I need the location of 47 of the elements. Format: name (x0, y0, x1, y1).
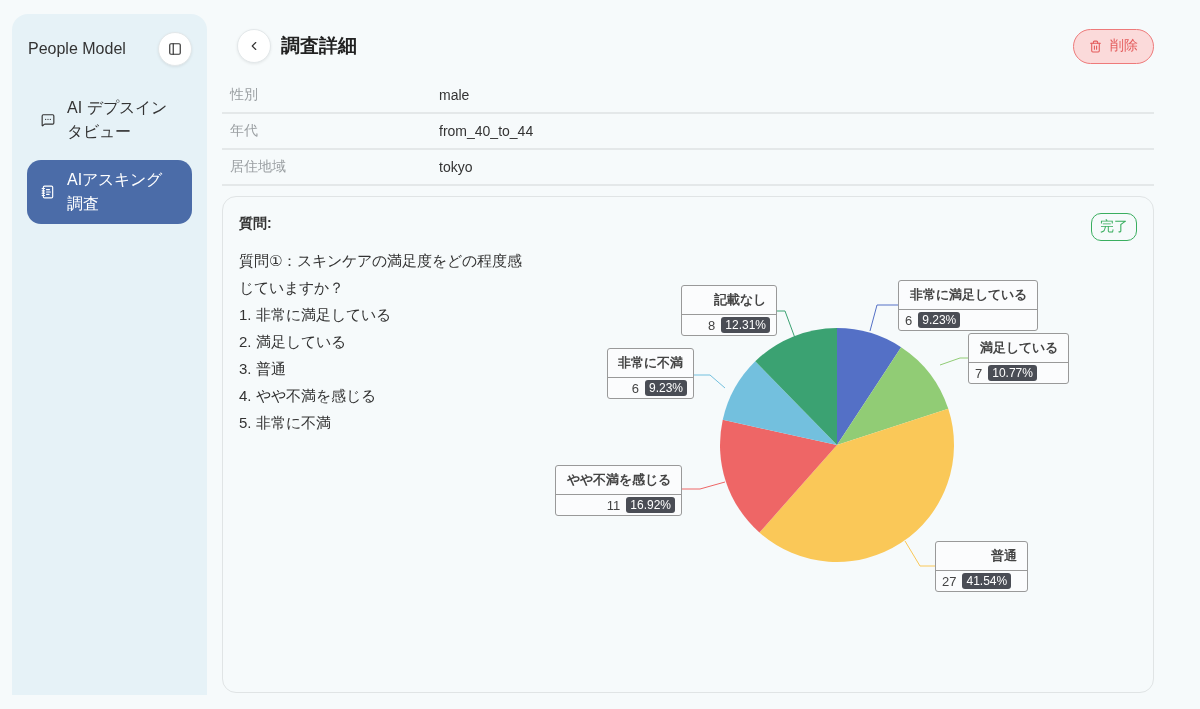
leader-line (939, 357, 969, 366)
count-label: 11 (606, 497, 621, 513)
sidebar-item[interactable]: AI デプスインタビュー (27, 88, 192, 152)
attribute-value: tokyo (439, 159, 473, 175)
page-title: 調査詳細 (281, 34, 358, 58)
attribute-label: 性別 (230, 86, 259, 104)
leader-line (904, 540, 936, 567)
category-label: 普通 (936, 542, 1027, 571)
notebook-icon (41, 185, 55, 199)
category-label: 満足している (969, 334, 1068, 363)
count-label: 7 (975, 365, 983, 381)
answer-option: 4. やや不満を感じる (239, 382, 535, 409)
percent-badge: 16.92% (626, 497, 675, 513)
count-label: 6 (631, 380, 639, 396)
attribute-label: 居住地域 (230, 158, 287, 176)
percent-badge: 41.54% (962, 573, 1012, 589)
answer-option: 2. 満足している (239, 328, 535, 355)
percent-badge: 12.31% (721, 317, 770, 333)
panel-icon (168, 42, 182, 56)
leader-line (679, 481, 726, 490)
delete-button[interactable]: 削除 (1073, 28, 1154, 64)
answer-option: 1. 非常に満足している (239, 301, 535, 328)
question-text: 質問①：スキンケアの満足度をどの程度感じていますか？ (239, 251, 524, 298)
count-label: 27 (942, 573, 957, 589)
category-label: 非常に満足している (899, 281, 1037, 310)
category-label: 非常に不満 (608, 349, 693, 378)
attribute-label: 年代 (230, 122, 259, 140)
leader-line (774, 310, 796, 339)
percent-badge: 10.77% (988, 365, 1037, 381)
trash-icon (1089, 39, 1102, 53)
answer-option: 5. 非常に不満 (239, 409, 535, 436)
count-label: 8 (708, 317, 716, 333)
answer-option: 3. 普通 (239, 355, 535, 382)
category-label: 記載なし (682, 286, 776, 315)
sidebar-toggle-button[interactable] (158, 32, 192, 66)
chat-bubble-icon (41, 113, 55, 127)
attribute-value: male (439, 87, 470, 103)
percent-badge: 9.23% (918, 312, 961, 328)
count-label: 6 (905, 312, 913, 328)
attribute-value: from_40_to_44 (439, 123, 534, 139)
category-label: やや不満を感じる (556, 466, 681, 495)
app-name: People Model (28, 40, 126, 58)
leader-line (869, 304, 899, 332)
status-badge: 完了 (1091, 213, 1137, 241)
sidebar-item[interactable]: AIアスキング調査 (27, 160, 192, 224)
percent-badge: 9.23% (644, 380, 687, 396)
question-heading: 質問: (239, 214, 273, 233)
